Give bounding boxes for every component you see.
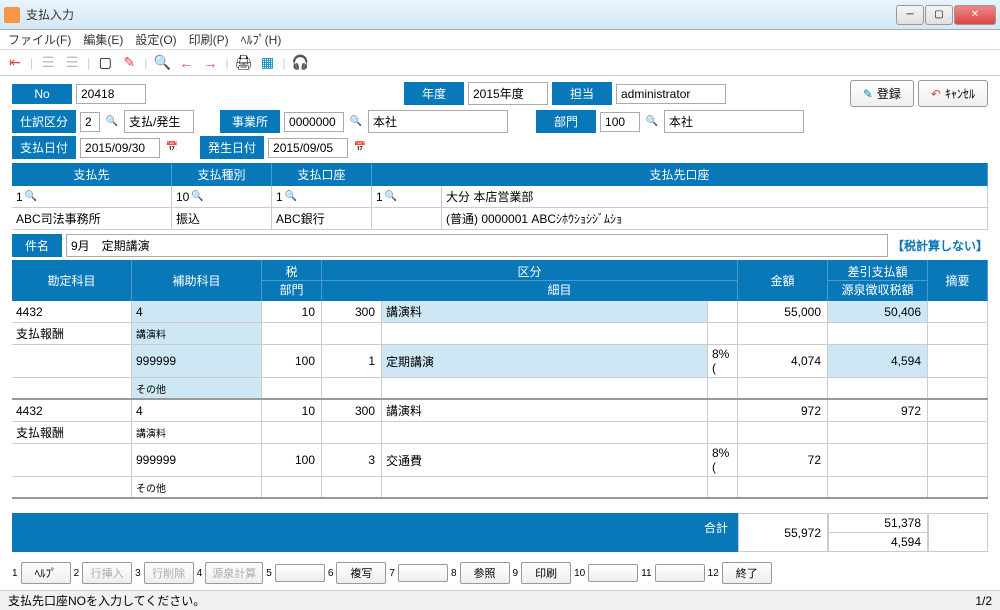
prev-icon[interactable]: ← (177, 54, 195, 72)
register-button[interactable]: ✎登録 (850, 80, 914, 107)
occurdate-field[interactable]: 2015/09/05 (268, 138, 348, 158)
no-label: No (12, 84, 72, 104)
fbtn-copy[interactable]: 複写 (336, 562, 386, 584)
fbtn-exit[interactable]: 終了 (722, 562, 772, 584)
window-title: 支払入力 (26, 6, 896, 23)
menubar: ファイル(F) 編集(E) 設定(O) 印刷(P) ﾍﾙﾌﾟ(H) (0, 30, 1000, 50)
fbtn-print[interactable]: 印刷 (521, 562, 571, 584)
calendar-icon[interactable]: 📅 (352, 140, 368, 156)
search-icon[interactable]: 🔍 (153, 54, 171, 72)
app-icon (4, 7, 20, 23)
lookup-icon[interactable]: 🔍 (23, 189, 39, 205)
edit-icon[interactable]: ✎ (120, 54, 138, 72)
menu-print[interactable]: 印刷(P) (189, 31, 229, 48)
lookup-icon[interactable]: 🔍 (283, 189, 299, 205)
menu-help[interactable]: ﾍﾙﾌﾟ(H) (241, 31, 282, 48)
dept-label: 部門 (536, 110, 596, 133)
preview-icon[interactable]: ▦ (259, 54, 277, 72)
menu-edit[interactable]: 編集(E) (83, 31, 123, 48)
shiwake-label: 仕訳区分 (12, 110, 76, 133)
menu-settings[interactable]: 設定(O) (135, 31, 176, 48)
no-field[interactable]: 20418 (76, 84, 146, 104)
tax-note: 【税計算しない】 (892, 237, 988, 254)
table-row[interactable]: 4432 4 10 300 講演料 55,000 50,406 支払報酬 講演料… (12, 301, 988, 400)
minimize-button[interactable]: ─ (896, 5, 924, 25)
subject-label: 件名 (12, 234, 62, 257)
print-icon[interactable]: 🖨 (235, 54, 253, 72)
dept-code[interactable]: 100 (600, 112, 640, 132)
titlebar: 支払入力 ─ ▢ ✕ (0, 0, 1000, 30)
fbtn-tax[interactable]: 源泉計算 (205, 562, 263, 584)
footer-toolbar: 1ﾍﾙﾌﾟ 2行挿入 3行削除 4源泉計算 5 6複写 7 8参照 9印刷 10… (0, 556, 1000, 590)
year-field: 2015年度 (468, 82, 548, 105)
fbtn-help[interactable]: ﾍﾙﾌﾟ (21, 562, 71, 584)
person-label: 担当 (552, 82, 612, 105)
toolbar: ⇤ | ☰ ☰ | ▢ ✎ | 🔍 ← → | 🖨 ▦ | 🎧 (0, 50, 1000, 76)
occurdate-label: 発生日付 (200, 136, 264, 159)
cancel-button[interactable]: ↶ｷｬﾝｾﾙ (918, 80, 988, 107)
fbtn-11[interactable] (655, 564, 705, 582)
status-message: 支払先口座NOを入力してください。 (8, 592, 205, 609)
shiwake-name: 支払/発生 (124, 110, 194, 133)
lookup-icon[interactable]: 🔍 (348, 114, 364, 130)
list2-icon[interactable]: ☰ (63, 54, 81, 72)
year-label: 年度 (404, 82, 464, 105)
fbtn-insert[interactable]: 行挿入 (82, 562, 132, 584)
paydate-label: 支払日付 (12, 136, 76, 159)
exit-icon[interactable]: ⇤ (6, 54, 24, 72)
office-name: 本社 (368, 110, 508, 133)
fbtn-7[interactable] (398, 564, 448, 582)
lookup-icon[interactable]: 🔍 (189, 189, 205, 205)
payee-name-row: ABC司法事務所 振込 ABC銀行 (普通) 0000001 ABCｼﾎｳｼｮｼ… (12, 208, 988, 230)
fbtn-delete[interactable]: 行削除 (144, 562, 194, 584)
payee-code-row: 1🔍 10🔍 1🔍 1🔍 大分 本店営業部 (12, 186, 988, 208)
shiwake-code[interactable]: 2 (80, 112, 100, 132)
office-label: 事業所 (220, 110, 280, 133)
table-row[interactable]: 4432 4 10 300 講演料 972 972 支払報酬 講演料 99999… (12, 400, 988, 499)
list1-icon[interactable]: ☰ (39, 54, 57, 72)
support-icon[interactable]: 🎧 (292, 54, 310, 72)
new-icon[interactable]: ▢ (96, 54, 114, 72)
payee-header: 支払先 支払種別 支払口座 支払先口座 (12, 163, 988, 186)
totals-row: 合計 55,972 51,378 4,594 (12, 513, 988, 552)
fbtn-5[interactable] (275, 564, 325, 582)
lookup-icon[interactable]: 🔍 (383, 189, 399, 205)
dept-name: 本社 (664, 110, 804, 133)
next-icon[interactable]: → (201, 54, 219, 72)
calendar-icon[interactable]: 📅 (164, 140, 180, 156)
paydate-field[interactable]: 2015/09/30 (80, 138, 160, 158)
statusbar: 支払先口座NOを入力してください。 1/2 (0, 590, 1000, 610)
lookup-icon[interactable]: 🔍 (644, 114, 660, 130)
close-button[interactable]: ✕ (954, 5, 996, 25)
person-field: administrator (616, 84, 726, 104)
office-code[interactable]: 0000000 (284, 112, 344, 132)
fbtn-10[interactable] (588, 564, 638, 582)
page-indicator: 1/2 (975, 594, 992, 608)
detail-table-header: 勘定科目 補助科目 税 部門 区分 細目 金額 差引支払額 源泉徴収税額 摘要 (12, 260, 988, 301)
fbtn-ref[interactable]: 参照 (460, 562, 510, 584)
subject-field[interactable]: 9月 定期講演 (66, 234, 888, 257)
maximize-button[interactable]: ▢ (925, 5, 953, 25)
lookup-icon[interactable]: 🔍 (104, 114, 120, 130)
menu-file[interactable]: ファイル(F) (8, 31, 71, 48)
